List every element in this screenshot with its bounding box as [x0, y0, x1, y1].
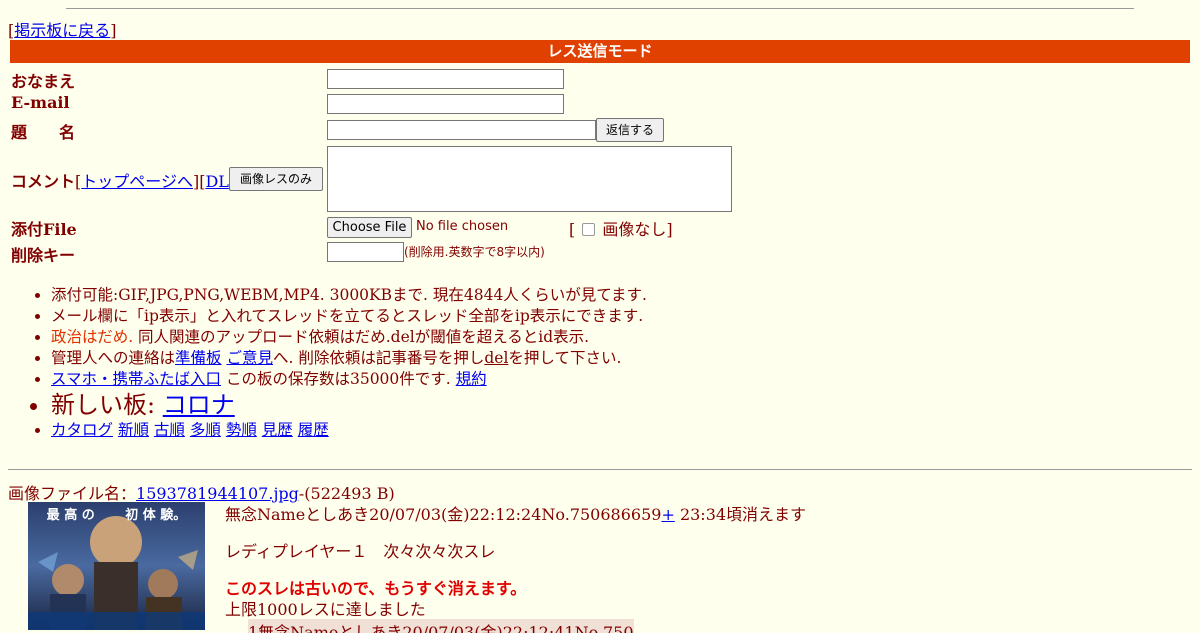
- email-label: E-mail: [11, 93, 70, 112]
- limit-reached-text: 上限1000レスに達しました: [225, 600, 426, 619]
- delete-key-label: 削除キー: [11, 246, 76, 265]
- sort-old-link[interactable]: 古順: [154, 421, 185, 439]
- notice-text: を押して下さい.: [508, 349, 622, 367]
- sort-many-link[interactable]: 多順: [190, 421, 221, 439]
- reply-mode-header: レス送信モード: [10, 40, 1190, 63]
- no-file-chosen-text: No file chosen: [416, 219, 509, 234]
- submit-button[interactable]: 返信する: [596, 118, 664, 142]
- choose-file-button[interactable]: Choose File: [327, 217, 412, 238]
- notice-upload-limit: 添付可能:GIF,JPG,PNG,WEBM,MP4. 3000KBまで. 現在4…: [51, 285, 647, 306]
- notice-politics: 政治はだめ.: [51, 328, 134, 346]
- back-nav: [掲示板に戻る]: [8, 17, 117, 41]
- view-history-link[interactable]: 見歴: [262, 421, 293, 439]
- sort-new-link[interactable]: 新順: [118, 421, 149, 439]
- comment-textarea[interactable]: [327, 146, 732, 212]
- thread-divider: [8, 469, 1192, 470]
- top-divider: [66, 8, 1134, 9]
- thumbnail-caption: 最 高 の 初 体 験。: [46, 508, 187, 523]
- subject-input[interactable]: [327, 120, 596, 140]
- sort-links: カタログ 新順 古順 多順 勢順 見歴 履歴: [51, 420, 647, 441]
- notice-text: 管理人への連絡は: [51, 349, 176, 367]
- history-link[interactable]: 履歴: [298, 421, 329, 439]
- new-board-text: 新しい板:: [51, 391, 163, 419]
- dl-link[interactable]: DL: [205, 172, 228, 191]
- image-only-button[interactable]: 画像レスのみ: [229, 167, 323, 191]
- file-label: 添付File: [11, 220, 77, 239]
- notice-ip-display: メール欄に「ip表示」と入れてスレッドを立てるとスレッド全部をip表示にできます…: [51, 306, 647, 327]
- top-page-link[interactable]: トップページへ: [81, 172, 193, 191]
- del-text: del: [484, 349, 509, 367]
- bracket: ][: [192, 172, 206, 191]
- op-expire-time: 23:34頃消えます: [674, 505, 807, 524]
- corona-board-link[interactable]: コロナ: [163, 391, 235, 419]
- bracket-close: ]: [110, 21, 117, 40]
- notice-rules-text: 同人関連のアップロード依頼はだめ.delが閾値を超えるとid表示.: [133, 328, 590, 346]
- subject-label: 題 名: [11, 123, 76, 142]
- op-meta: 無念Nameとしあき20/07/03(金)22:12:24No.75068665…: [225, 505, 662, 524]
- reply-meta: 1無念Nameとしあき20/07/03(金)22:12:41No.7506867…: [248, 623, 634, 633]
- mobile-entry-link[interactable]: スマホ・携帯ふたば入口: [51, 370, 221, 388]
- back-to-board-link[interactable]: 掲示板に戻る: [14, 21, 110, 40]
- no-image-label: 画像なし]: [602, 220, 673, 239]
- op-header: 無念Nameとしあき20/07/03(金)22:12:24No.75068665…: [225, 501, 806, 525]
- notice-new-board: 新しい板: コロナ: [51, 390, 647, 420]
- notice-text: へ. 削除依頼は記事番号を押し: [272, 349, 485, 367]
- name-input[interactable]: [327, 69, 564, 89]
- sort-momentum-link[interactable]: 勢順: [226, 421, 257, 439]
- name-label: おなまえ: [11, 72, 76, 91]
- op-body: レディプレイヤー１ 次々次々次スレ: [225, 542, 496, 561]
- notice-list: 添付可能:GIF,JPG,PNG,WEBM,MP4. 3000KBまで. 現在4…: [51, 285, 647, 441]
- no-image-option[interactable]: [ 画像なし]: [569, 216, 673, 240]
- notice-rules: 政治はだめ. 同人関連のアップロード依頼はだめ.delが閾値を超えるとid表示.: [51, 327, 647, 348]
- terms-link[interactable]: 規約: [456, 370, 487, 388]
- op-plus-link[interactable]: +: [661, 505, 674, 524]
- comment-label-row: コメント[トップページへ][DL]: [11, 168, 235, 192]
- comment-label: コメント: [11, 172, 76, 191]
- reply-header: 1無念Nameとしあき20/07/03(金)22:12:41No.7506867…: [248, 619, 634, 633]
- notice-contact: 管理人への連絡は準備板 ご意見へ. 削除依頼は記事番号を押しdelを押して下さい…: [51, 348, 647, 369]
- notice-text: この板の保存数は35000件です.: [221, 370, 456, 388]
- notice-mobile: スマホ・携帯ふたば入口 この板の保存数は35000件です. 規約: [51, 369, 647, 390]
- delete-key-input[interactable]: [327, 242, 404, 262]
- email-input[interactable]: [327, 94, 564, 114]
- feedback-link[interactable]: ご意見: [226, 349, 273, 367]
- catalog-link[interactable]: カタログ: [51, 421, 113, 439]
- delete-key-hint: (削除用.英数字で8字以内): [404, 245, 545, 259]
- file-info-label: 画像ファイル名：: [8, 484, 137, 503]
- no-image-checkbox[interactable]: [582, 223, 596, 236]
- thread-thumbnail[interactable]: 最 高 の 初 体 験。: [28, 502, 205, 630]
- prep-board-link[interactable]: 準備板: [175, 349, 222, 367]
